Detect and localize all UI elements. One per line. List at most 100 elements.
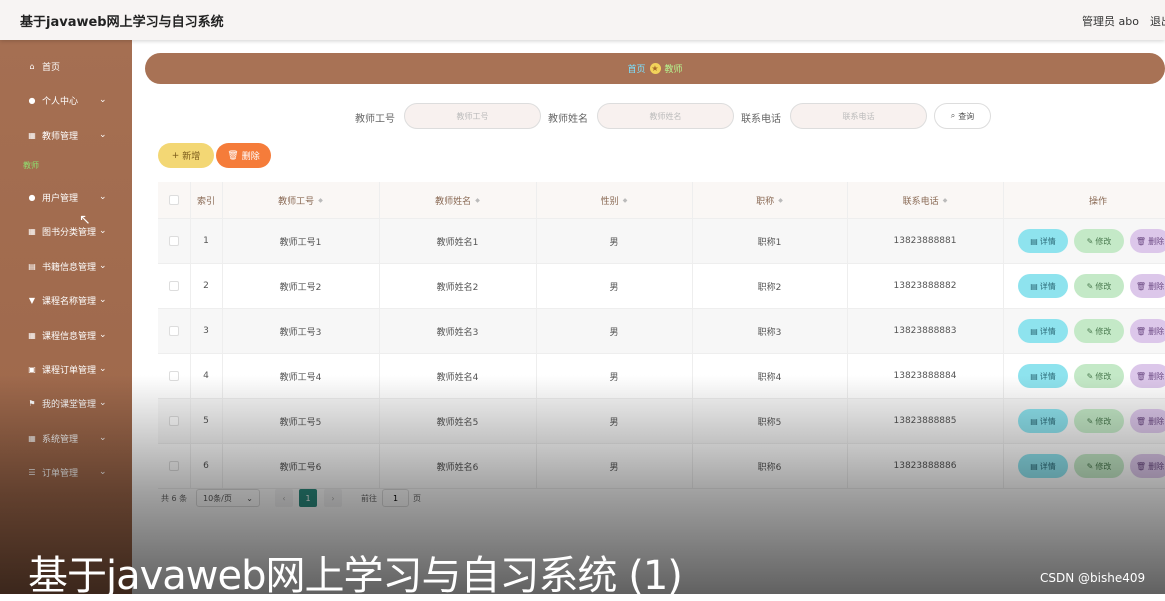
header-phone[interactable]: 联系电话 ◆ <box>847 182 1003 218</box>
row-delete-button-label: 删除 <box>1148 236 1165 246</box>
prev-page-button[interactable]: ‹ <box>275 489 293 507</box>
teacher-id-cell: 教师工号5 <box>279 417 322 428</box>
row-delete-button[interactable]: 🗑 删除 <box>1130 319 1165 343</box>
detail-button[interactable]: ▤ 详情 <box>1018 319 1068 343</box>
teacher-name-cell: 教师姓名6 <box>436 462 479 473</box>
sidebar-item-label: 订单管理 <box>42 468 79 479</box>
gender-cell: 男 <box>609 237 619 248</box>
sidebar-item-course-info[interactable]: ▦ 课程信息管理 ⌄ <box>0 325 132 345</box>
detail-button[interactable]: ▤ 详情 <box>1018 229 1068 253</box>
query-button[interactable]: ⌕ 查询 <box>934 103 991 129</box>
sidebar-item-my-classroom[interactable]: ⚑ 我的课堂管理 ⌄ <box>0 393 132 413</box>
logout-link[interactable]: 退出 <box>1150 13 1165 29</box>
phone-cell: 13823888885 <box>893 416 957 426</box>
title-cell: 职称3 <box>757 327 782 338</box>
query-button-label: 查询 <box>958 111 975 121</box>
teacher-name-input[interactable] <box>597 103 734 129</box>
row-delete-button-label: 删除 <box>1148 371 1165 381</box>
pencil-icon: ✎ <box>1086 461 1094 471</box>
grid-icon: ▦ <box>28 330 36 340</box>
edit-button[interactable]: ✎ 修改 <box>1074 409 1124 433</box>
header-teacher-id[interactable]: 教师工号 ◆ <box>222 182 379 218</box>
row-delete-button[interactable]: 🗑 删除 <box>1130 454 1165 478</box>
filter-icon: ▼ <box>28 295 36 305</box>
pencil-icon: ✎ <box>1086 326 1094 336</box>
header-teacher-name[interactable]: 教师姓名 ◆ <box>379 182 536 218</box>
trash-icon: 🗑 <box>1135 461 1147 471</box>
detail-button-label: 详情 <box>1039 236 1056 246</box>
sidebar-item-user-management[interactable]: ● 用户管理 ⌄ <box>0 187 132 207</box>
detail-button[interactable]: ▤ 详情 <box>1018 274 1068 298</box>
table-body: 1 教师工号1 教师姓名1 男职称1 13823888881 ▤ 详情 ✎ 修改 🗑 删除 2 教师工号… <box>158 219 1165 489</box>
document-icon: ▤ <box>1030 371 1038 381</box>
teacher-table: 索引 教师工号 ◆ 教师姓名 ◆ 性别 ◆ 职称 ◆ 联系电话 ◆ 操作 1 教师工号1 教师… <box>158 182 1165 489</box>
teacher-id-cell: 教师工号1 <box>279 237 322 248</box>
index-cell: 3 <box>203 326 209 336</box>
row-checkbox[interactable] <box>169 236 179 246</box>
pencil-icon: ✎ <box>1086 371 1094 381</box>
phone-cell: 13823888882 <box>893 281 957 291</box>
edit-button[interactable]: ✎ 修改 <box>1074 364 1124 388</box>
teacher-id-input[interactable] <box>404 103 541 129</box>
gender-cell: 男 <box>609 282 619 293</box>
header-title[interactable]: 职称 ◆ <box>692 182 847 218</box>
delete-button[interactable]: 🗑 删除 <box>216 143 271 168</box>
header-gender[interactable]: 性别 ◆ <box>536 182 692 218</box>
sidebar-item-label: 首页 <box>42 62 61 73</box>
edit-button[interactable]: ✎ 修改 <box>1074 454 1124 478</box>
trash-icon: 🗑 <box>1135 371 1147 381</box>
sidebar-item-course-order[interactable]: ▣ 课程订单管理 ⌄ <box>0 359 132 379</box>
add-button[interactable]: + 新增 <box>158 143 214 168</box>
phone-input[interactable] <box>790 103 927 129</box>
sidebar-item-course-name[interactable]: ▼ 课程名称管理 ⌄ <box>0 290 132 310</box>
detail-button-label: 详情 <box>1039 371 1056 381</box>
edit-button[interactable]: ✎ 修改 <box>1074 229 1124 253</box>
teacher-name-cell: 教师姓名5 <box>436 417 479 428</box>
index-cell: 4 <box>203 371 209 381</box>
detail-button[interactable]: ▤ 详情 <box>1018 364 1068 388</box>
sidebar-item-system-management[interactable]: ▦ 系统管理 ⌄ <box>0 428 132 448</box>
teacher-name-cell: 教师姓名2 <box>436 282 479 293</box>
row-checkbox[interactable] <box>169 326 179 336</box>
sidebar-item-book-info[interactable]: ▤ 书籍信息管理 ⌄ <box>0 256 132 276</box>
phone-cell: 13823888883 <box>893 326 957 336</box>
row-delete-button[interactable]: 🗑 删除 <box>1130 409 1165 433</box>
detail-button-label: 详情 <box>1039 281 1056 291</box>
row-delete-button[interactable]: 🗑 删除 <box>1130 229 1165 253</box>
home-icon: ⌂ <box>29 61 35 71</box>
goto-page-input[interactable] <box>382 489 409 507</box>
sidebar-item-book-category[interactable]: ▦ 图书分类管理 ⌄ <box>0 221 132 241</box>
sidebar-section-teacher[interactable]: 教师 <box>23 160 39 171</box>
detail-button[interactable]: ▤ 详情 <box>1018 409 1068 433</box>
sidebar-item-personal-center[interactable]: ● 个人中心 ⌄ <box>0 90 132 110</box>
page-size-select[interactable]: 10条/页 ⌄ <box>196 489 260 507</box>
row-delete-button[interactable]: 🗑 删除 <box>1130 274 1165 298</box>
phone-cell: 13823888886 <box>893 461 957 471</box>
next-page-button[interactable]: › <box>324 489 342 507</box>
breadcrumb-home-link[interactable]: 首页 <box>627 62 645 75</box>
table-row: 4 教师工号4 教师姓名4 男职称4 13823888884 ▤ 详情 ✎ 修改 🗑 删除 <box>158 354 1165 399</box>
row-select-cell <box>158 444 190 488</box>
detail-button[interactable]: ▤ 详情 <box>1018 454 1068 478</box>
select-all-checkbox[interactable] <box>169 195 179 205</box>
video-caption: 基于javaweb网上学习与自习系统 (1) <box>28 553 683 599</box>
row-delete-button[interactable]: 🗑 删除 <box>1130 364 1165 388</box>
row-checkbox[interactable] <box>169 461 179 471</box>
sidebar-item-home[interactable]: ⌂ 首页 <box>0 56 132 76</box>
chevron-down-icon: ⌄ <box>99 467 107 477</box>
row-delete-button-label: 删除 <box>1148 281 1165 291</box>
edit-button[interactable]: ✎ 修改 <box>1074 274 1124 298</box>
row-checkbox[interactable] <box>169 416 179 426</box>
header-index: 索引 <box>196 196 215 207</box>
page-number-current[interactable]: 1 <box>299 489 317 507</box>
chevron-down-icon: ⌄ <box>99 226 107 236</box>
row-checkbox[interactable] <box>169 281 179 291</box>
gender-cell: 男 <box>609 462 619 473</box>
table-row: 2 教师工号2 教师姓名2 男职称2 13823888882 ▤ 详情 ✎ 修改 🗑 删除 <box>158 264 1165 309</box>
row-checkbox[interactable] <box>169 371 179 381</box>
sidebar-item-teacher-management[interactable]: ▦ 教师管理 ⌄ <box>0 125 132 145</box>
chevron-down-icon: ⌄ <box>99 261 107 271</box>
top-bar: 基于javaweb网上学习与自习系统 管理员 abo 退出 <box>0 0 1165 40</box>
edit-button[interactable]: ✎ 修改 <box>1074 319 1124 343</box>
sidebar-item-order-management[interactable]: ☰ 订单管理 ⌄ <box>0 462 132 482</box>
